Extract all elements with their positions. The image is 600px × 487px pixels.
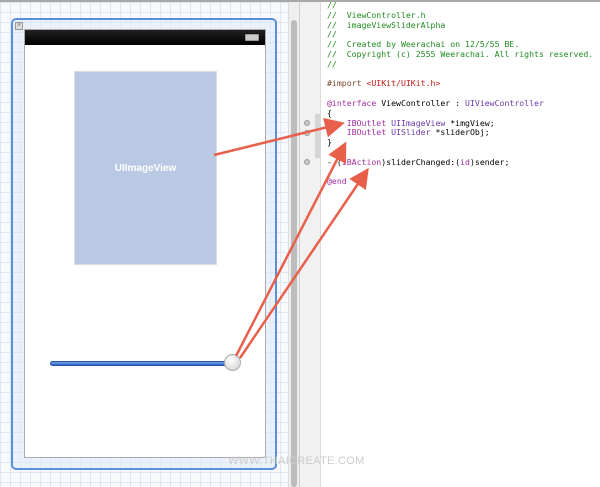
code-line: // imageViewSliderAlpha [327,19,593,31]
code-token: // Created by Weerachai on 12/5/55 BE. [327,39,520,50]
slider-track[interactable] [50,361,235,366]
code-token: UIViewController [465,97,544,108]
code-token: #import [327,78,367,89]
code-token: )sliderChanged:( [381,156,461,167]
code-line: @end [327,176,593,187]
code-token: <UIKit/UIKit.h> [366,78,441,89]
code-token: )sender; [469,156,510,167]
code-token: id [460,156,470,167]
code-token: // ViewController.h [327,9,426,20]
code-token: // imageViewSliderAlpha [327,19,446,30]
image-view-label: UIImageView [114,162,177,174]
editor-gutter [299,2,321,487]
code-token: @interface [327,97,377,108]
code-token: // Copyright (c) 2555 Weerachai. All rig… [327,48,594,59]
close-icon[interactable]: × [15,22,23,30]
code-line: @interface ViewController : UIViewContro… [327,97,593,109]
code-token: - ( [327,156,342,167]
code-token: IBOutlet [346,127,387,138]
code-token: { [327,107,332,118]
slider-thumb[interactable] [224,354,241,371]
code-line: IBOutlet UISlider *sliderObj; [327,127,593,138]
code-token: // [327,29,337,40]
code-token: *sliderObj; [430,127,490,138]
image-view[interactable]: UIImageView [74,71,217,265]
code-token: @end [327,176,347,187]
code-token: // [327,0,337,10]
code-token: ViewController : [376,97,466,108]
code-line: - (IBAction)sliderChanged:(id)sender; [327,156,593,168]
status-bar [25,30,265,45]
code-token: IBOutlet [346,117,387,128]
code-token: UIImageView [391,117,446,128]
action-connection-icon[interactable] [304,159,310,165]
code-token: IBAction [341,156,382,167]
code-token: *imgView; [445,117,495,128]
iphone-view[interactable]: UIImageView [24,29,266,458]
code-line: // [327,58,593,70]
watermark: WWW.THAICREATE.COM [228,455,365,467]
view-controller-scene[interactable]: × UIImageView [11,18,277,470]
gutter-highlight [315,114,321,158]
code-editor[interactable]: //// ViewController.h// imageViewSliderA… [327,0,594,187]
code-token: // [327,58,337,69]
code-line: } [327,137,593,148]
code-line: // Copyright (c) 2555 Weerachai. All rig… [327,48,594,60]
storyboard-canvas[interactable]: × UIImageView [0,2,288,487]
code-line: #import <UIKit/UIKit.h> [327,78,593,89]
scrollbar-thumb[interactable] [291,20,297,487]
code-token: UISlider [391,127,431,138]
outlet-connection-icon[interactable] [304,130,310,136]
outlet-connection-icon[interactable] [304,120,310,126]
canvas-scrollbar[interactable] [288,2,299,487]
battery-icon [245,34,259,41]
code-token: } [327,137,332,148]
